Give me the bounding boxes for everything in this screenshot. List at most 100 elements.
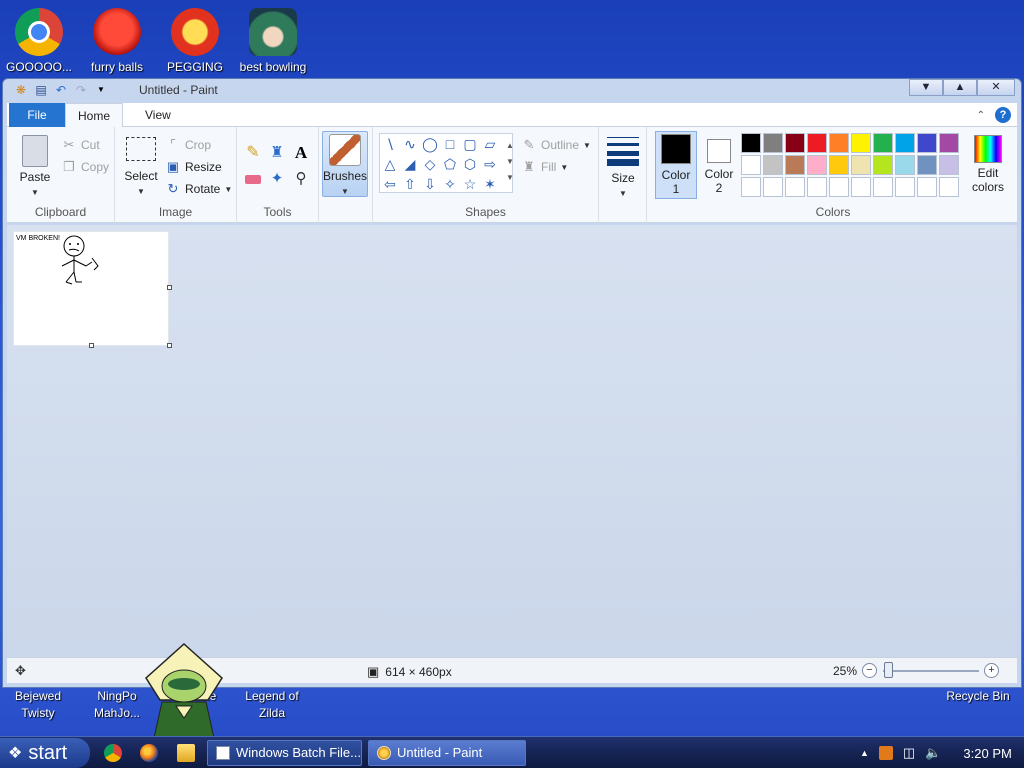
pentagon-shape-icon[interactable]: ⬠: [442, 156, 458, 172]
security-icon[interactable]: [878, 746, 893, 760]
paint-app-icon[interactable]: ❋: [13, 82, 29, 98]
tab-view[interactable]: View: [133, 103, 183, 127]
diamond-shape-icon[interactable]: ◇: [422, 156, 438, 172]
show-hidden-icons-icon[interactable]: ▲: [860, 748, 869, 758]
palette-swatch[interactable]: [895, 177, 915, 197]
curve-shape-icon[interactable]: ∿: [402, 136, 418, 152]
palette-swatch[interactable]: [829, 177, 849, 197]
resize-handle-bottom[interactable]: [89, 343, 94, 348]
right-triangle-shape-icon[interactable]: ◢: [402, 156, 418, 172]
customize-qat-icon[interactable]: ▼: [93, 82, 109, 98]
palette-swatch[interactable]: [807, 155, 827, 175]
title-bar[interactable]: ❋ ▤ ↶ ↷ ▼ Untitled - Paint ▼ ▲ ✕: [3, 79, 1021, 101]
network-icon[interactable]: ◫: [903, 745, 915, 761]
palette-swatch[interactable]: [829, 133, 849, 153]
palette-swatch[interactable]: [917, 155, 937, 175]
palette-swatch[interactable]: [785, 133, 805, 153]
palette-swatch[interactable]: [851, 155, 871, 175]
palette-swatch[interactable]: [917, 133, 937, 153]
crop-button[interactable]: ⌜ Crop: [165, 137, 211, 153]
palette-swatch[interactable]: [763, 177, 783, 197]
chrome-icon[interactable]: [104, 744, 122, 762]
up-arrow-shape-icon[interactable]: ⇧: [402, 176, 418, 192]
six-point-star-shape-icon[interactable]: ✶: [482, 176, 498, 192]
firefox-icon[interactable]: [140, 744, 158, 762]
palette-swatch[interactable]: [873, 155, 893, 175]
desktop-icon-furry-balls[interactable]: furry balls: [79, 8, 155, 76]
desktop-icon-legend-of-zilda[interactable]: Legend of Zilda: [234, 688, 310, 722]
taskbar-button-batch-file[interactable]: Windows Batch File...: [207, 740, 362, 766]
palette-swatch[interactable]: [785, 177, 805, 197]
outline-button[interactable]: ✎ Outline ▼: [521, 137, 591, 153]
polygon-shape-icon[interactable]: ▱: [482, 136, 498, 152]
zoom-slider-track[interactable]: [883, 670, 979, 672]
minimize-button[interactable]: ▼: [909, 79, 943, 96]
desktop-icon-chrome[interactable]: GOOOOO...: [1, 8, 77, 76]
maximize-button[interactable]: ▲: [943, 79, 977, 96]
folder-icon[interactable]: [177, 744, 195, 762]
paste-button[interactable]: Paste ▼: [13, 135, 57, 198]
palette-swatch[interactable]: [939, 177, 959, 197]
palette-swatch[interactable]: [873, 133, 893, 153]
palette-swatch[interactable]: [917, 177, 937, 197]
desktop-icon-recycle-bin[interactable]: Recycle Bin: [938, 688, 1018, 705]
hexagon-shape-icon[interactable]: ⬡: [462, 156, 478, 172]
copy-button[interactable]: ❐ Copy: [61, 159, 109, 175]
palette-swatch[interactable]: [807, 133, 827, 153]
down-arrow-shape-icon[interactable]: ⇩: [422, 176, 438, 192]
text-icon[interactable]: A: [293, 144, 309, 161]
clock[interactable]: 3:20 PM: [963, 746, 1011, 761]
line-shape-icon[interactable]: ∖: [382, 136, 398, 152]
save-icon[interactable]: ▤: [33, 82, 49, 98]
color-picker-icon[interactable]: ✦: [269, 171, 285, 187]
palette-swatch[interactable]: [741, 133, 761, 153]
redo-icon[interactable]: ↷: [73, 82, 89, 98]
brushes-button[interactable]: Brushes ▼: [322, 131, 368, 197]
desktop-icon-bejeweled-twist[interactable]: Bejewed Twisty: [0, 688, 76, 722]
palette-swatch[interactable]: [763, 155, 783, 175]
canvas-area[interactable]: VM BROKEN!: [7, 225, 1017, 657]
palette-swatch[interactable]: [829, 155, 849, 175]
palette-swatch[interactable]: [851, 133, 871, 153]
zoom-in-button[interactable]: +: [984, 663, 999, 678]
size-button[interactable]: Size ▼: [605, 135, 641, 199]
rounded-rectangle-shape-icon[interactable]: ▢: [462, 136, 478, 152]
select-button[interactable]: Select ▼: [121, 137, 161, 197]
zoom-slider-thumb[interactable]: [884, 662, 893, 678]
color1-button[interactable]: Color 1: [655, 131, 697, 199]
palette-swatch[interactable]: [851, 177, 871, 197]
taskbar-button-paint[interactable]: Untitled - Paint: [368, 740, 526, 766]
undo-icon[interactable]: ↶: [53, 82, 69, 98]
left-arrow-shape-icon[interactable]: ⇦: [382, 176, 398, 192]
pencil-icon[interactable]: ✎: [245, 145, 261, 161]
color2-button[interactable]: Color 2: [699, 131, 739, 199]
triangle-shape-icon[interactable]: △: [382, 156, 398, 172]
eraser-icon[interactable]: [245, 175, 261, 184]
five-point-star-shape-icon[interactable]: ☆: [462, 176, 478, 192]
palette-swatch[interactable]: [763, 133, 783, 153]
zoom-out-button[interactable]: −: [862, 663, 877, 678]
desktop-icon-best-bowling[interactable]: best bowling: [235, 8, 311, 76]
fill-bucket-icon[interactable]: ♜: [269, 145, 285, 161]
resize-button[interactable]: ▣ Resize: [165, 159, 222, 175]
rectangle-shape-icon[interactable]: □: [442, 136, 458, 152]
magnifier-icon[interactable]: ⚲: [293, 171, 309, 187]
tab-file[interactable]: File: [9, 103, 65, 127]
palette-swatch[interactable]: [895, 155, 915, 175]
rotate-button[interactable]: ↻ Rotate ▼: [165, 181, 233, 197]
help-icon[interactable]: ?: [995, 107, 1011, 123]
desktop-icon-pegging[interactable]: PEGGING: [157, 8, 233, 76]
palette-swatch[interactable]: [939, 155, 959, 175]
edit-colors-button[interactable]: Edit colors: [965, 135, 1011, 194]
start-button[interactable]: ❖ start: [0, 738, 90, 768]
tab-home[interactable]: Home: [65, 103, 124, 127]
oval-shape-icon[interactable]: ◯: [422, 136, 438, 152]
right-arrow-shape-icon[interactable]: ⇨: [482, 156, 498, 172]
volume-icon[interactable]: 🔈: [925, 745, 941, 761]
fill-button[interactable]: ♜ Fill ▼: [521, 159, 568, 175]
cut-button[interactable]: ✂ Cut: [61, 137, 100, 153]
minimize-ribbon-icon[interactable]: ⌃: [977, 110, 985, 121]
palette-swatch[interactable]: [939, 133, 959, 153]
palette-swatch[interactable]: [785, 155, 805, 175]
palette-swatch[interactable]: [895, 133, 915, 153]
